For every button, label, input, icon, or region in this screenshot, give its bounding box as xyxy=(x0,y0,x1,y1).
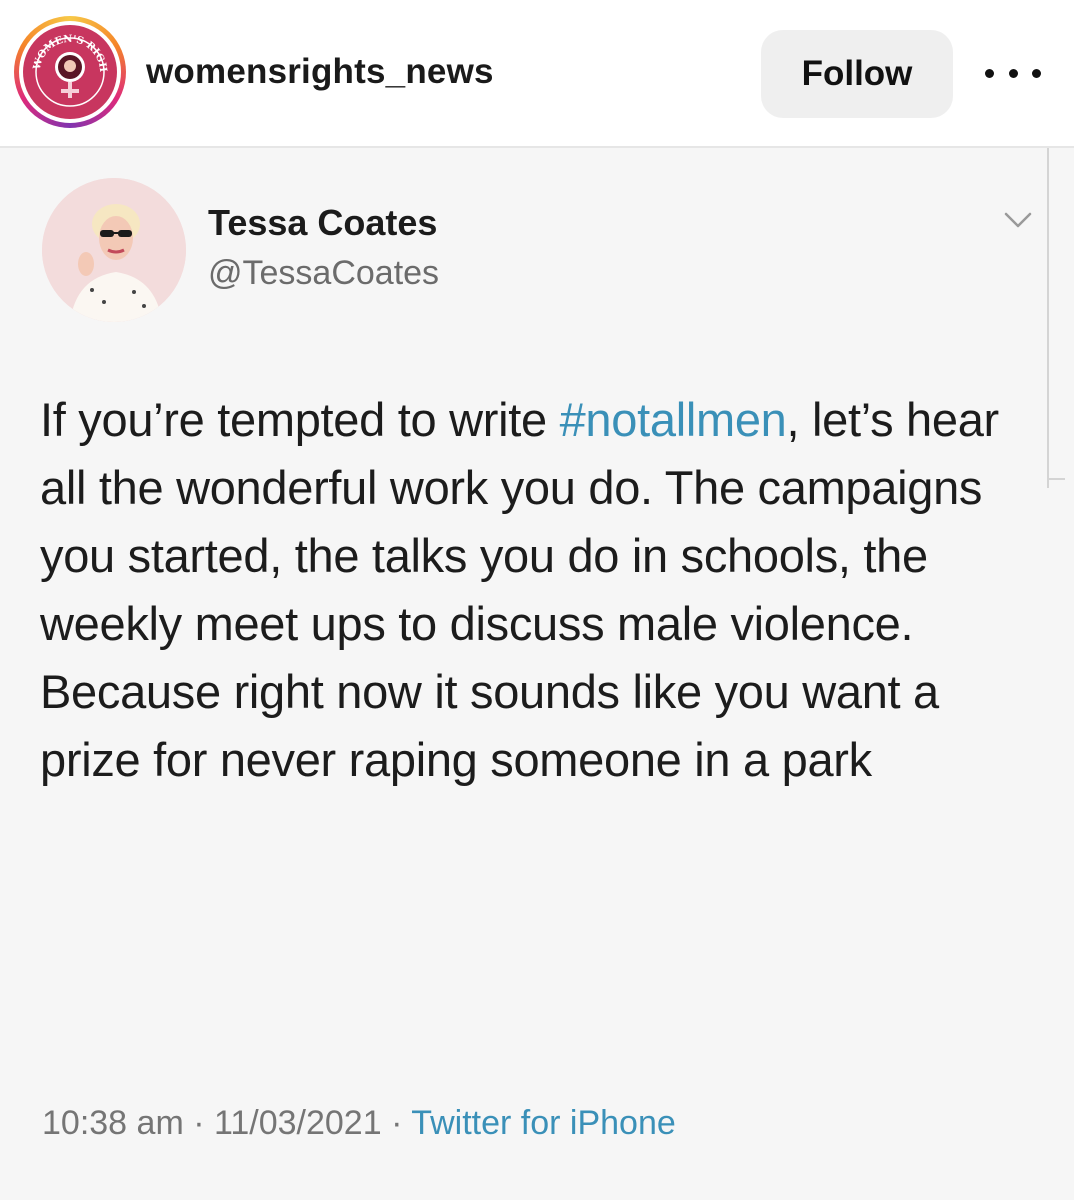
tweet-source-link[interactable]: Twitter for iPhone xyxy=(411,1104,676,1142)
post-header: WOMEN'S RIGHTS NEWS womensrights_news Fo… xyxy=(0,0,1074,146)
tweet-metadata: 10:38 am · 11/03/2021 · Twitter for iPho… xyxy=(42,1104,676,1143)
womens-rights-news-logo-icon: WOMEN'S RIGHTS NEWS xyxy=(23,25,117,119)
tweet-text: If you’re tempted to write #notallmen, l… xyxy=(40,386,1040,794)
tweet-timestamp: 10:38 am · 11/03/2021 · xyxy=(42,1104,412,1142)
tweet-author-handle[interactable]: @TessaCoates xyxy=(208,254,439,293)
tweet-text-intro: If you’re tempted to write xyxy=(40,393,560,446)
username[interactable]: womensrights_news xyxy=(146,52,494,92)
chevron-down-icon[interactable] xyxy=(1003,210,1033,230)
profile-avatar[interactable]: WOMEN'S RIGHTS NEWS xyxy=(14,16,126,128)
hashtag-link[interactable]: #notallmen xyxy=(560,393,787,446)
tweet-text-body: , let’s hear all the wonderful work you … xyxy=(40,393,999,786)
tweet-screenshot: Tessa Coates @TessaCoates If you’re temp… xyxy=(0,148,1074,1200)
tweet-author-avatar xyxy=(42,178,186,322)
tweet-author-name[interactable]: Tessa Coates xyxy=(208,202,437,244)
more-options-icon[interactable] xyxy=(985,58,1041,88)
follow-button[interactable]: Follow xyxy=(761,30,953,118)
scroll-track xyxy=(1047,148,1049,488)
